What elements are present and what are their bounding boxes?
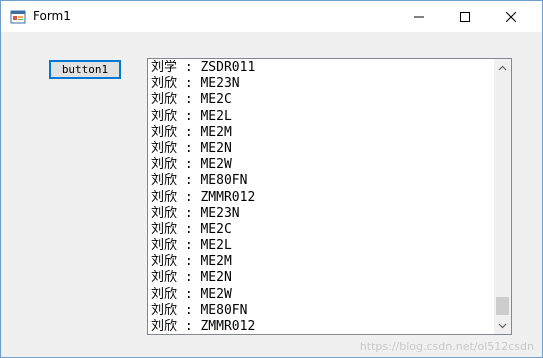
list-item[interactable]: 刘欣 : ME2W [151, 287, 494, 303]
list-item[interactable]: 刘欣 : ME2L [151, 109, 494, 125]
chevron-down-icon [498, 323, 507, 328]
app-icon [10, 10, 26, 24]
window-title: Form1 [33, 9, 71, 23]
list-item[interactable]: 刘欣 : ME2N [151, 270, 494, 286]
list-item[interactable]: 刘欣 : ME2M [151, 125, 494, 141]
list-item[interactable]: 刘欣 : ME23N [151, 206, 494, 222]
chevron-up-icon [498, 65, 507, 70]
scroll-down-button[interactable] [494, 317, 511, 334]
listbox-items: 刘学 : ZSDR011 刘欣 : ME23N 刘欣 : ME2C 刘欣 : ME2L… [151, 60, 494, 334]
list-item[interactable]: 刘欣 : ME2M [151, 254, 494, 270]
list-item[interactable]: 刘欣 : ME2C [151, 222, 494, 238]
list-item[interactable]: 刘欣 : ME2L [151, 238, 494, 254]
maximize-icon [460, 11, 470, 22]
close-icon [506, 11, 516, 22]
list-item[interactable]: 刘欣 : ME2C [151, 92, 494, 108]
list-item[interactable]: 刘欣 : ZMMR012 [151, 319, 494, 334]
minimize-icon [414, 16, 424, 17]
close-button[interactable] [488, 1, 534, 32]
form1-window: Form1 button1 刘学 : ZSDR011 刘欣 : ME23N 刘欣 :… [0, 0, 543, 358]
list-item[interactable]: 刘欣 : ME23N [151, 76, 494, 92]
list-item[interactable]: 刘欣 : ME80FN [151, 173, 494, 189]
list-item[interactable]: 刘欣 : ME2N [151, 141, 494, 157]
list-item[interactable]: 刘欣 : ME80FN [151, 303, 494, 319]
button1[interactable]: button1 [49, 60, 121, 79]
title-bar[interactable]: Form1 [1, 1, 542, 32]
listbox[interactable]: 刘学 : ZSDR011 刘欣 : ME23N 刘欣 : ME2C 刘欣 : ME2L… [147, 58, 512, 335]
scroll-up-button[interactable] [494, 59, 511, 76]
watermark: https://blog.csdn.net/ol512csdn [359, 340, 534, 353]
vertical-scrollbar[interactable] [494, 59, 511, 334]
scrollbar-thumb[interactable] [496, 297, 509, 315]
list-item[interactable]: 刘欣 : ZMMR012 [151, 190, 494, 206]
minimize-button[interactable] [396, 1, 442, 32]
list-item[interactable]: 刘学 : ZSDR011 [151, 60, 494, 76]
list-item[interactable]: 刘欣 : ME2W [151, 157, 494, 173]
maximize-button[interactable] [442, 1, 488, 32]
